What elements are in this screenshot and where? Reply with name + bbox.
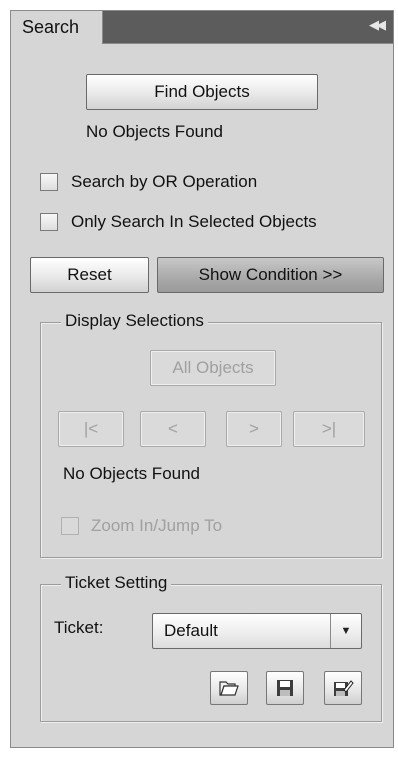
folder-open-icon <box>219 681 239 696</box>
save-as-ticket-button[interactable] <box>324 671 362 705</box>
chevron-down-icon[interactable]: ▼ <box>330 614 361 648</box>
find-objects-button[interactable]: Find Objects <box>86 74 318 110</box>
show-condition-button[interactable]: Show Condition >> <box>157 257 384 293</box>
save-as-icon <box>334 680 354 696</box>
display-selections-group: Display Selections All Objects |< < > >|… <box>40 311 382 558</box>
zoom-jump-checkbox[interactable] <box>61 517 79 535</box>
ticket-select[interactable]: Default ▼ <box>152 613 362 649</box>
display-status-text: No Objects Found <box>63 464 201 483</box>
or-operation-checkbox[interactable] <box>40 173 58 191</box>
next-object-button[interactable]: > <box>226 411 282 447</box>
or-operation-label: Search by OR Operation <box>71 172 258 191</box>
panel-tab-bar: Search ◀◀ <box>11 11 393 44</box>
open-ticket-button[interactable] <box>210 671 248 705</box>
search-panel: Search ◀◀ Find Objects No Objects Found … <box>10 10 394 748</box>
selected-only-checkbox[interactable] <box>40 213 58 231</box>
tab-search[interactable]: Search <box>11 11 103 44</box>
last-object-button[interactable]: >| <box>293 411 365 447</box>
search-status-text: No Objects Found <box>86 122 224 141</box>
previous-object-button[interactable]: < <box>140 411 206 447</box>
all-objects-button[interactable]: All Objects <box>150 350 276 386</box>
ticket-label: Ticket: <box>54 618 104 637</box>
first-object-button[interactable]: |< <box>58 411 124 447</box>
zoom-jump-label: Zoom In/Jump To <box>91 516 223 535</box>
ticket-setting-legend: Ticket Setting <box>61 573 172 593</box>
display-selections-legend: Display Selections <box>61 311 208 331</box>
reset-button[interactable]: Reset <box>30 257 149 293</box>
ticket-selected-value: Default <box>164 621 218 640</box>
save-icon <box>277 680 293 696</box>
ticket-setting-group: Ticket Setting Ticket: Default ▼ <box>40 573 382 722</box>
selected-only-label: Only Search In Selected Objects <box>71 212 317 231</box>
collapse-panel-icon[interactable]: ◀◀ <box>369 17 386 33</box>
save-ticket-button[interactable] <box>266 671 304 705</box>
